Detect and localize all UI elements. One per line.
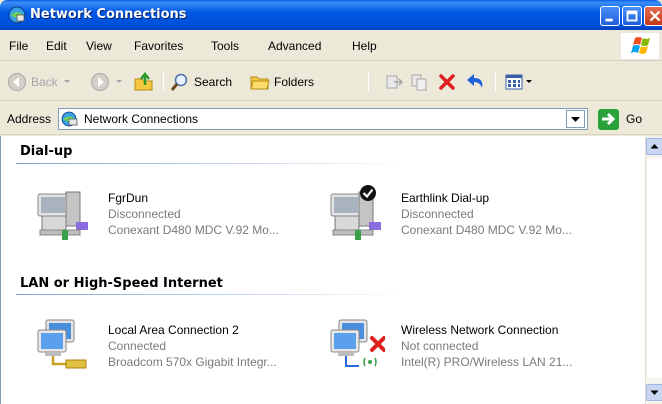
connection-earthlink-dial-up[interactable]: Earthlink Dial-up Disconnected Conexant …: [329, 185, 619, 246]
move-to-button[interactable]: [384, 62, 404, 101]
address-bar: Address Network Connections Go: [0, 102, 662, 135]
menu-favorites[interactable]: Favorites: [134, 39, 183, 53]
back-button[interactable]: Back: [7, 62, 70, 101]
up-folder-icon: [134, 71, 153, 90]
copy-to-button[interactable]: [410, 62, 430, 101]
connection-device: Conexant D480 MDC V.92 Mo...: [108, 223, 279, 237]
group-title-dial-up: Dial-up: [20, 144, 73, 159]
menu-tools[interactable]: Tools: [211, 39, 239, 53]
connection-name: FgrDun: [108, 191, 149, 205]
connection-status: Not connected: [401, 339, 479, 353]
title-bar: Network Connections: [0, 0, 662, 30]
group-divider: [16, 163, 411, 164]
forward-arrow-icon: [91, 72, 109, 91]
address-value: Network Connections: [84, 112, 199, 126]
chevron-down-icon: [571, 117, 580, 122]
maximize-button[interactable]: [622, 6, 642, 26]
connection-status: Disconnected: [108, 207, 181, 221]
folders-icon: [250, 76, 270, 89]
dialup-icon: [37, 191, 88, 240]
forward-dropdown-icon: [116, 80, 122, 83]
vertical-scrollbar[interactable]: [645, 136, 662, 404]
go-button[interactable]: Go: [598, 108, 656, 130]
minimize-button[interactable]: [600, 6, 620, 26]
go-label: Go: [626, 112, 643, 126]
lan-icon: [37, 319, 87, 369]
connection-device: Conexant D480 MDC V.92 Mo...: [401, 223, 572, 237]
go-arrow-icon: [598, 108, 619, 130]
address-label: Address: [7, 112, 52, 126]
connection-fgrdun[interactable]: FgrDun Disconnected Conexant D480 MDC V.…: [36, 186, 326, 246]
toolbar: Back Search Folders: [0, 62, 662, 101]
group-divider: [16, 294, 411, 295]
back-dropdown-icon: [63, 80, 70, 83]
back-label: Back: [31, 74, 58, 89]
up-folder-button[interactable]: [133, 62, 155, 101]
views-icon: [505, 74, 523, 89]
views-button[interactable]: [505, 62, 532, 101]
scroll-down-button[interactable]: [646, 384, 662, 401]
menu-bar: File Edit View Favorites Tools Advanced …: [0, 30, 662, 61]
undo-icon: [467, 73, 483, 88]
group-title-lan: LAN or High-Speed Internet: [20, 276, 223, 291]
connection-status: Disconnected: [401, 207, 474, 221]
delete-icon: [439, 73, 455, 90]
search-label: Search: [194, 74, 233, 89]
scroll-up-button[interactable]: [646, 138, 662, 155]
wireless-icon: [330, 319, 385, 367]
connection-device: Intel(R) PRO/Wireless LAN 21...: [401, 355, 573, 369]
connection-name: Local Area Connection 2: [108, 323, 239, 337]
folders-button[interactable]: Folders: [250, 62, 314, 101]
windows-logo: [621, 33, 659, 59]
menu-edit[interactable]: Edit: [46, 39, 67, 53]
network-connections-icon: [8, 6, 26, 24]
copy-to-icon: [411, 74, 427, 90]
menu-help[interactable]: Help: [352, 39, 377, 53]
search-button[interactable]: Search: [170, 62, 232, 101]
connection-name: Wireless Network Connection: [401, 323, 559, 337]
close-button[interactable]: [644, 6, 662, 26]
delete-button[interactable]: [437, 62, 457, 101]
undo-button[interactable]: [465, 62, 487, 101]
chevron-up-icon: [650, 144, 659, 149]
menu-advanced[interactable]: Advanced: [268, 39, 321, 53]
back-arrow-icon: [8, 72, 26, 91]
connection-local-area-2[interactable]: Local Area Connection 2 Connected Broadc…: [36, 318, 326, 378]
menu-file[interactable]: File: [9, 39, 28, 53]
move-to-icon: [386, 75, 404, 88]
connection-wireless[interactable]: Wireless Network Connection Not connecte…: [329, 318, 619, 378]
forward-button[interactable]: [90, 62, 122, 101]
connections-list: Dial-up FgrDun Disconnected Conexant D48…: [0, 136, 645, 404]
chevron-down-icon: [650, 390, 659, 395]
address-input[interactable]: Network Connections: [58, 108, 588, 130]
network-connections-icon: [61, 111, 78, 127]
folders-label: Folders: [274, 74, 315, 89]
scroll-thumb[interactable]: [647, 158, 662, 378]
menu-view[interactable]: View: [86, 39, 112, 53]
connection-device: Broadcom 570x Gigabit Integr...: [108, 355, 277, 369]
address-dropdown-button[interactable]: [566, 110, 585, 128]
window-title: Network Connections: [30, 7, 187, 22]
views-dropdown-icon: [526, 80, 532, 83]
connection-status: Connected: [108, 339, 167, 353]
connection-name: Earthlink Dial-up: [401, 191, 490, 205]
default-connection-check-icon: [360, 185, 376, 201]
search-icon: [170, 73, 188, 91]
